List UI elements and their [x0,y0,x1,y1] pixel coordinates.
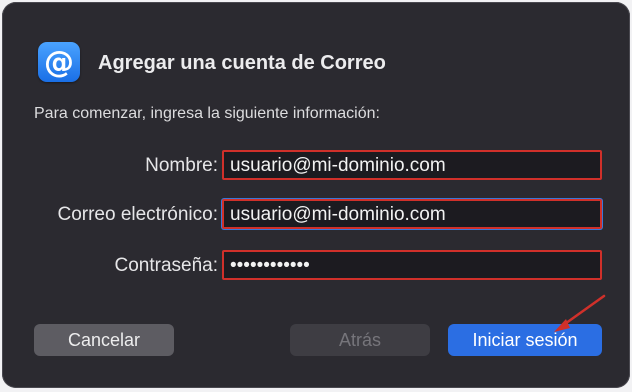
email-row: Correo electrónico: usuario@mi-dominio.c… [2,199,630,229]
name-row: Nombre: usuario@mi-dominio.com [2,150,630,180]
name-field[interactable]: usuario@mi-dominio.com [222,150,602,180]
name-label: Nombre: [145,155,218,176]
cancel-button[interactable]: Cancelar [34,324,174,356]
back-button: Atrás [290,324,430,356]
annotation-arrow-icon [554,294,606,332]
email-label: Correo electrónico: [57,204,218,225]
at-sign-icon: @ [38,42,80,82]
dialog-subtitle: Para comenzar, ingresa la siguiente info… [34,105,380,122]
dialog-title: Agregar una cuenta de Correo [98,52,386,74]
password-field[interactable]: •••••••••••• [222,250,602,280]
password-row: Contraseña: •••••••••••• [2,250,630,280]
email-field[interactable]: usuario@mi-dominio.com [222,199,602,229]
add-mail-account-dialog: @ Agregar una cuenta de Correo Para come… [2,2,630,388]
password-label: Contraseña: [114,255,218,276]
